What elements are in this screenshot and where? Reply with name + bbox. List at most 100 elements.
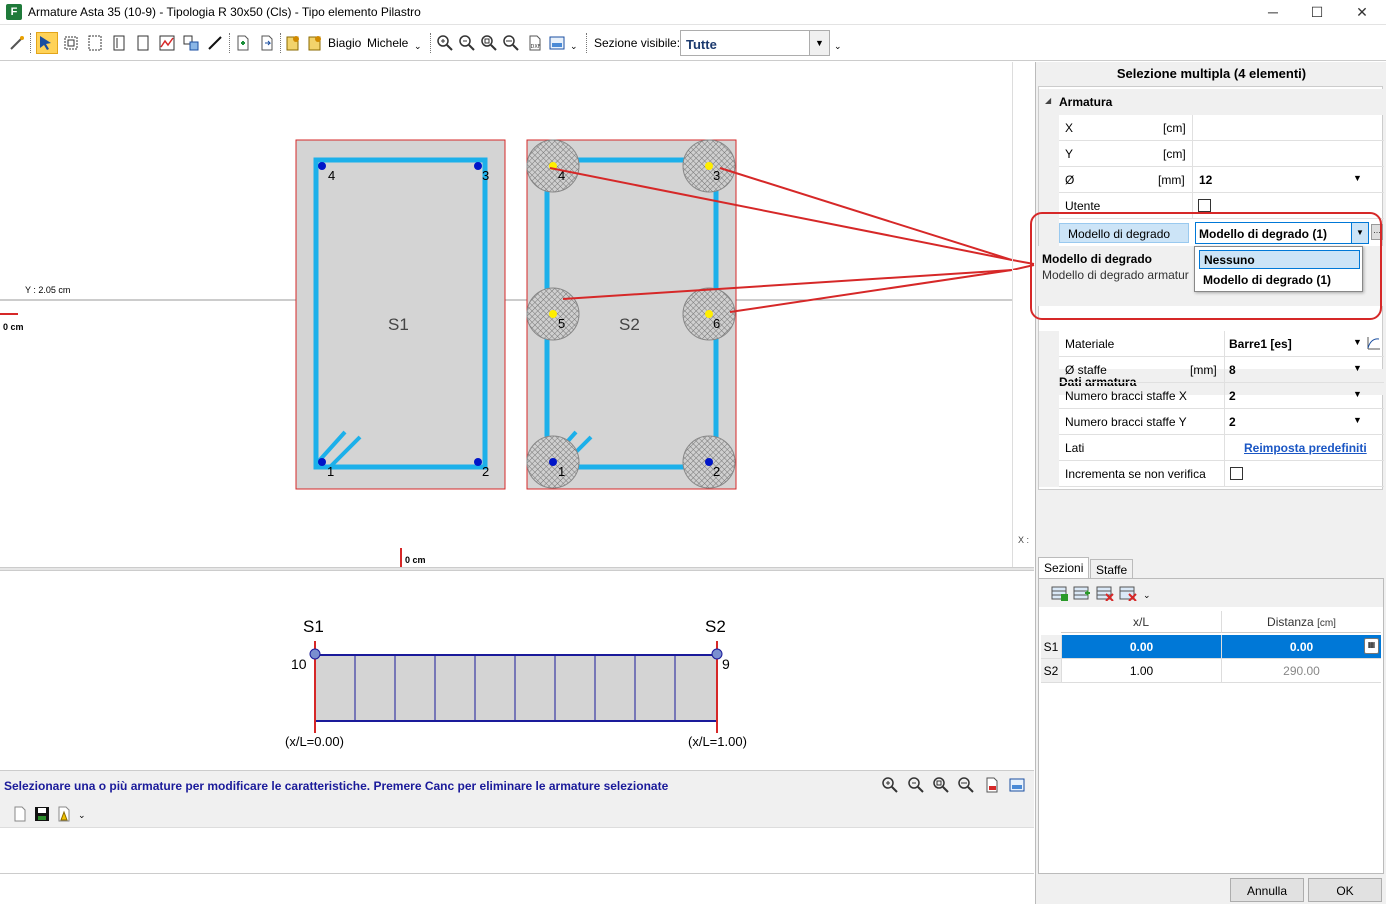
section-visible-value: Tutte: [686, 37, 717, 52]
zoom-in-icon[interactable]: [436, 34, 454, 52]
status-bar: Selezionare una o più armature per modif…: [0, 770, 1034, 800]
property-staffe[interactable]: Ø staffe [mm] 8 ▼: [1039, 357, 1384, 383]
property-y[interactable]: Y [cm]: [1039, 141, 1384, 167]
minimize-button[interactable]: ─: [1251, 0, 1295, 25]
grid-select-icon[interactable]: [62, 34, 80, 52]
insert-row-icon[interactable]: [1073, 585, 1091, 604]
property-degrado[interactable]: Modello di degrado Modello di degrado (1…: [1039, 219, 1384, 249]
column-icon[interactable]: [134, 34, 152, 52]
property-bracci-y-value[interactable]: 2: [1229, 415, 1236, 429]
chevron-down-icon[interactable]: ▼: [1353, 173, 1362, 183]
table-cell-xl[interactable]: 1.00: [1061, 659, 1221, 683]
user-biagio[interactable]: Biagio: [328, 36, 361, 50]
select-arrow-icon[interactable]: [36, 32, 58, 54]
section-s2[interactable]: 4 3 5 6 1 2 S2: [526, 139, 737, 490]
export-page-icon[interactable]: [258, 34, 276, 52]
section-visible-select[interactable]: Tutte ▼: [680, 30, 830, 56]
degrado-select[interactable]: Modello di degrado (1) ▼: [1195, 222, 1369, 244]
overflow-chevron-icon-4[interactable]: ⌄: [78, 810, 86, 821]
delete-row-icon[interactable]: [1096, 585, 1114, 604]
y-zero-label: 0 cm: [405, 555, 426, 565]
rect-select-icon[interactable]: [86, 34, 104, 52]
image-export-icon[interactable]: [1008, 776, 1028, 794]
column-left-icon[interactable]: [110, 34, 128, 52]
node-10-label: 10: [291, 656, 307, 672]
property-staffe-value[interactable]: 8: [1229, 363, 1236, 377]
property-materiale[interactable]: Materiale Barre1 [es] ▼: [1039, 331, 1384, 357]
section-s1[interactable]: 4 3 1 2 S1: [295, 139, 506, 490]
degrado-dropdown-list[interactable]: Nessuno Modello di degrado (1): [1194, 246, 1363, 292]
maximize-button[interactable]: ☐: [1295, 0, 1339, 25]
property-x-label: X: [1065, 121, 1074, 135]
property-diameter-value[interactable]: 12: [1199, 173, 1212, 187]
line-icon[interactable]: [206, 34, 224, 52]
report-icon[interactable]: [56, 806, 72, 825]
add-row-icon[interactable]: [1051, 585, 1069, 604]
property-x[interactable]: X [cm]: [1039, 115, 1384, 141]
image-export-icon[interactable]: [548, 34, 566, 52]
overflow-chevron-icon-5[interactable]: ⌄: [1143, 590, 1151, 601]
zoom-out-icon[interactable]: [907, 776, 927, 794]
collapse-icon[interactable]: ◢: [1045, 96, 1051, 105]
degrado-option-1[interactable]: Modello di degrado (1): [1199, 271, 1360, 290]
user-doc-icon[interactable]: [284, 34, 302, 52]
node-9[interactable]: [711, 648, 723, 660]
chevron-down-icon[interactable]: ▼: [1353, 337, 1362, 347]
ok-button[interactable]: OK: [1308, 878, 1382, 902]
cancel-button[interactable]: Annulla: [1230, 878, 1304, 902]
table-row-header[interactable]: S1: [1041, 635, 1061, 659]
save-icon[interactable]: [34, 806, 50, 825]
material-curve-icon[interactable]: [1367, 336, 1381, 353]
reset-defaults-link[interactable]: Reimposta predefiniti: [1244, 441, 1367, 455]
new-doc-icon[interactable]: [12, 806, 28, 825]
armatura-category[interactable]: ◢ Armatura: [1039, 89, 1384, 115]
dxf-export-icon[interactable]: [983, 776, 1003, 794]
property-lati[interactable]: Lati Reimposta predefiniti: [1039, 435, 1384, 461]
table-cell-xl[interactable]: 0.00: [1061, 635, 1221, 659]
zoom-window-icon[interactable]: [957, 776, 977, 794]
table-cell-distanza[interactable]: 290.00: [1221, 659, 1381, 683]
overflow-chevron-icon-3[interactable]: ⌄: [834, 41, 842, 52]
property-bracci-x-value[interactable]: 2: [1229, 389, 1236, 403]
chevron-down-icon[interactable]: ▼: [809, 31, 829, 55]
move-icon[interactable]: [182, 34, 200, 52]
zoom-fit-icon[interactable]: [480, 34, 498, 52]
property-incrementa[interactable]: Incrementa se non verifica: [1039, 461, 1384, 487]
zoom-in-icon[interactable]: [881, 776, 901, 794]
property-bracci-x[interactable]: Numero bracci staffe X 2 ▼: [1039, 383, 1384, 409]
section-drawing-canvas[interactable]: Y : 2.05 cm 0 cm 0 cm 4 3 1 2 S1 4 3 5 6…: [0, 62, 1034, 567]
calculator-icon[interactable]: ▦: [1364, 638, 1379, 654]
zoom-out-icon[interactable]: [458, 34, 476, 52]
node-10[interactable]: [309, 648, 321, 660]
overflow-chevron-icon-2[interactable]: ⌄: [570, 41, 578, 52]
chevron-down-icon[interactable]: ▼: [1353, 363, 1362, 373]
user-doc-icon-2[interactable]: [306, 34, 324, 52]
user-michele[interactable]: Michele: [367, 36, 408, 50]
property-bracci-y[interactable]: Numero bracci staffe Y 2 ▼: [1039, 409, 1384, 435]
overflow-chevron-icon[interactable]: ⌄: [414, 41, 422, 52]
chevron-down-icon[interactable]: ▼: [1351, 223, 1368, 243]
elevation-canvas[interactable]: S1 S2 10 9 (x/L=0.00) (x/L=1.00): [0, 571, 1034, 769]
degrado-option-nessuno[interactable]: Nessuno: [1199, 250, 1360, 269]
incrementa-checkbox[interactable]: [1230, 467, 1243, 480]
zoom-fit-icon[interactable]: [932, 776, 952, 794]
tab-sezioni[interactable]: Sezioni: [1038, 557, 1090, 579]
tab-staffe[interactable]: Staffe: [1090, 559, 1134, 579]
table-row-header[interactable]: S2: [1041, 659, 1061, 683]
dxf-export-icon[interactable]: DXF: [526, 34, 544, 52]
delete-all-rows-icon[interactable]: [1119, 585, 1137, 604]
chevron-down-icon[interactable]: ▼: [1353, 389, 1362, 399]
table-cell-distanza[interactable]: 0.00: [1221, 635, 1381, 659]
chart-icon[interactable]: [158, 34, 176, 52]
wand-icon[interactable]: [8, 34, 26, 52]
utente-checkbox[interactable]: [1198, 199, 1211, 212]
property-diameter[interactable]: Ø [mm] 12 ▼: [1039, 167, 1384, 193]
log-area[interactable]: [0, 828, 1034, 874]
property-utente[interactable]: Utente: [1039, 193, 1384, 219]
new-page-icon[interactable]: [234, 34, 252, 52]
close-button[interactable]: ✕: [1340, 0, 1384, 25]
zoom-window-icon[interactable]: [502, 34, 520, 52]
chevron-down-icon[interactable]: ▼: [1353, 415, 1362, 425]
property-materiale-value[interactable]: Barre1 [es]: [1229, 337, 1292, 351]
degrado-edit-button[interactable]: …: [1371, 224, 1383, 240]
